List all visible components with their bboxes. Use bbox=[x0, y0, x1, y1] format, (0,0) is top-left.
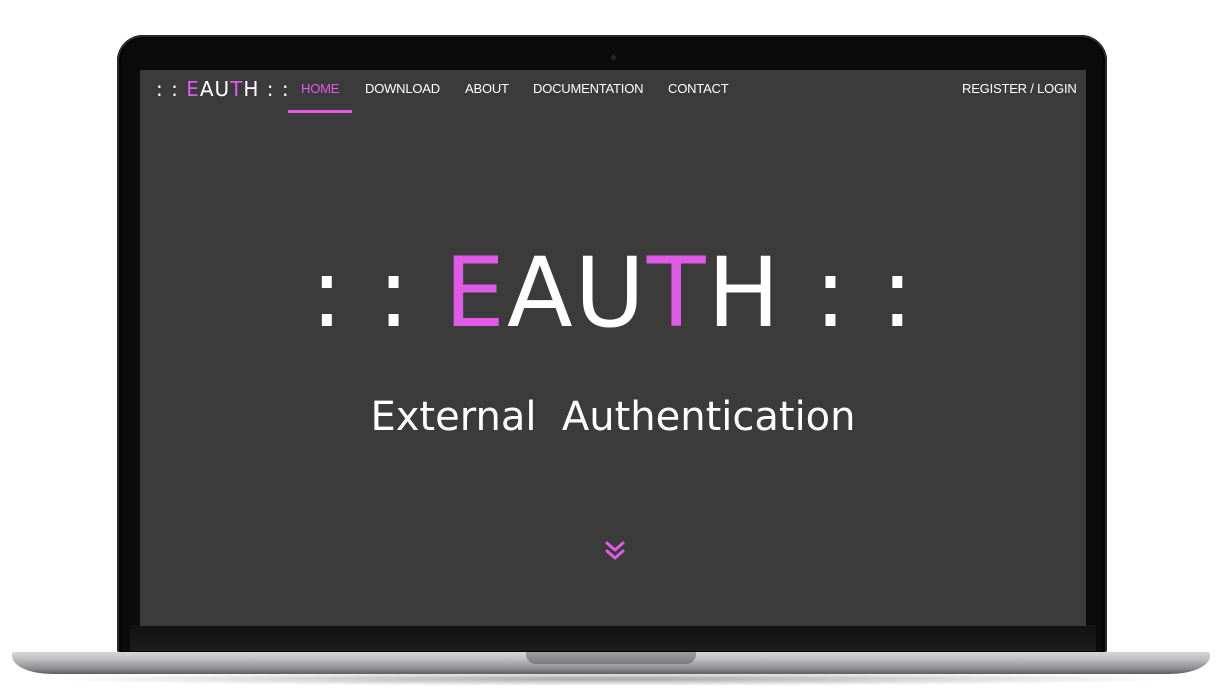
nav-contact[interactable]: CONTACT bbox=[668, 81, 729, 96]
hero-letter-t: T bbox=[646, 237, 708, 349]
logo-letter-h: H bbox=[243, 77, 260, 101]
hero-letter-h: H bbox=[707, 237, 782, 349]
laptop-shadow bbox=[40, 672, 1184, 686]
hero-letter-e: E bbox=[444, 237, 507, 349]
nav-home[interactable]: HOME bbox=[301, 81, 339, 96]
nav-about[interactable]: ABOUT bbox=[465, 81, 509, 96]
logo-letters-au: AU bbox=[199, 77, 231, 101]
laptop-mockup: : : EAUTH : : HOME DOWNLOAD ABOUT DOCUME… bbox=[0, 0, 1224, 700]
laptop-notch bbox=[526, 652, 696, 664]
logo-suffix: : : bbox=[259, 77, 290, 101]
hero-title: : : EAUTH : : bbox=[140, 238, 1086, 348]
site-logo[interactable]: : : EAUTH : : bbox=[156, 77, 290, 101]
logo-letter-e: E bbox=[186, 77, 200, 101]
register-login-link[interactable]: REGISTER / LOGIN bbox=[962, 81, 1077, 96]
hero-title-suffix: : : bbox=[781, 237, 916, 349]
camera-icon bbox=[611, 55, 616, 60]
nav-download[interactable]: DOWNLOAD bbox=[365, 81, 440, 96]
hero-letters-au: AU bbox=[506, 237, 647, 349]
logo-letter-t: T bbox=[230, 77, 244, 101]
hero-title-prefix: : : bbox=[310, 237, 445, 349]
nav-documentation[interactable]: DOCUMENTATION bbox=[533, 81, 644, 96]
navbar: : : EAUTH : : HOME DOWNLOAD ABOUT DOCUME… bbox=[140, 70, 1086, 114]
hero-subtitle: External Authentication bbox=[370, 394, 856, 440]
nav-active-underline bbox=[288, 110, 352, 113]
laptop-bottom-bezel bbox=[130, 625, 1096, 651]
double-chevron-down-icon[interactable] bbox=[604, 540, 626, 562]
website-screen: : : EAUTH : : HOME DOWNLOAD ABOUT DOCUME… bbox=[140, 70, 1086, 626]
logo-prefix: : : bbox=[156, 77, 187, 101]
